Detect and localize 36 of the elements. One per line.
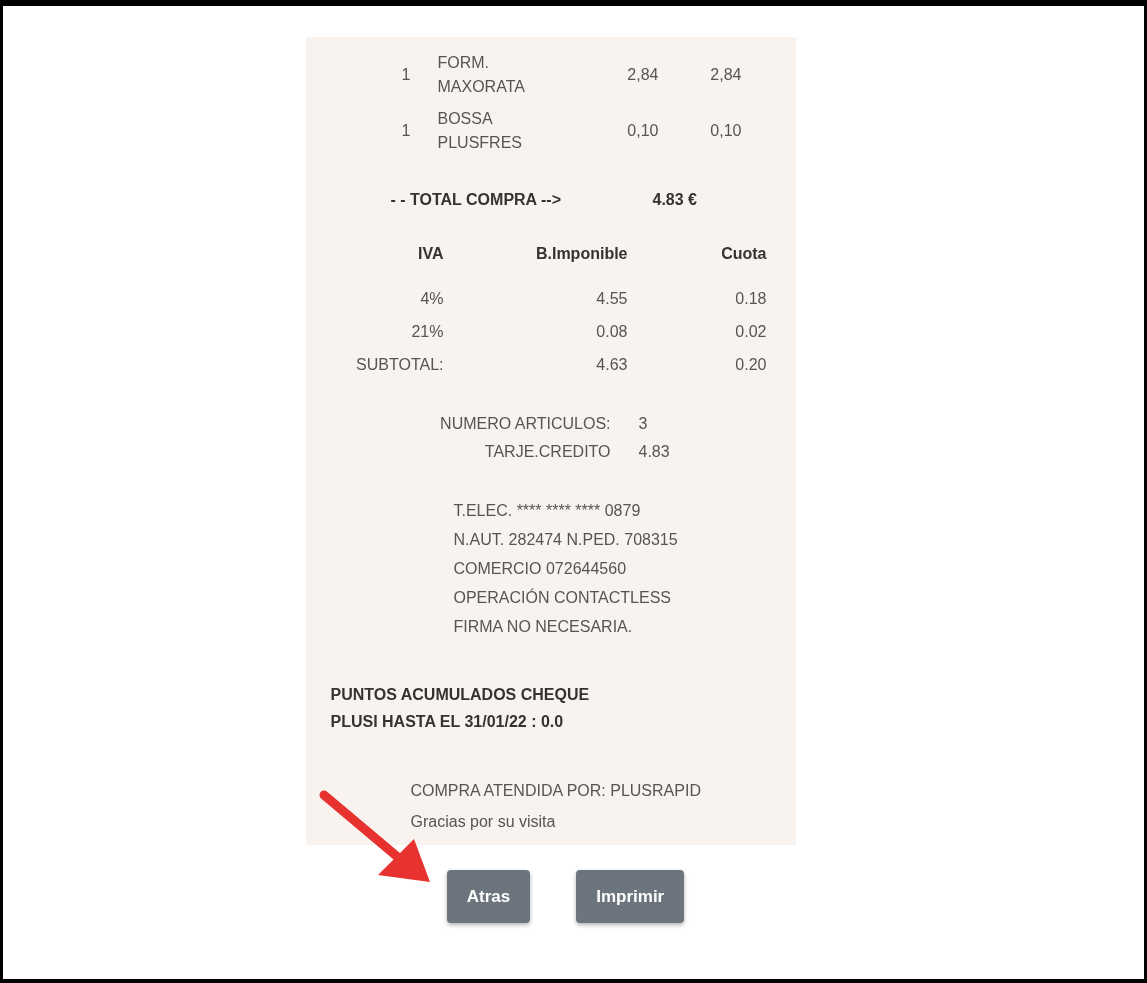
summary-label: NUMERO ARTICULOS: [439, 414, 611, 434]
item-price: 2,84 [626, 65, 659, 85]
item-amount: 2,84 [709, 65, 742, 85]
table-cell-text: 0.08 [595, 322, 628, 342]
footer-text: Gracias por su visita [410, 812, 557, 832]
total-label: - - TOTAL COMPRA --> [390, 191, 562, 209]
item-quantity: 1 [400, 121, 411, 141]
table-cell-text: SUBTOTAL: [355, 355, 444, 375]
item-description: FORM. MAXORATA [437, 53, 526, 97]
item-amount: 0,10 [709, 121, 742, 141]
payment-detail: OPERACIÓN CONTACTLESS [453, 587, 672, 608]
column-header: Cuota [720, 244, 767, 264]
summary-label: TARJE.CREDITO [483, 442, 611, 462]
table-cell-text: 4.63 [595, 355, 628, 375]
table-cell-text: 0.20 [734, 355, 767, 375]
summary-value: 3 [638, 414, 649, 434]
column-header: IVA [417, 244, 444, 264]
payment-detail: FIRMA NO NECESARIA. [453, 617, 634, 637]
table-cell-text: 21% [410, 322, 444, 342]
table-cell-text: 4.55 [595, 289, 628, 309]
print-button[interactable]: Imprimir [576, 870, 685, 923]
item-description: BOSSA PLUSFRES [437, 109, 523, 153]
table-cell-text: 0.02 [734, 322, 767, 342]
footer-text: COMPRA ATENDIDA POR: PLUSRAPID [410, 781, 702, 801]
table-cell-text: 4% [419, 289, 444, 309]
points-notice: PUNTOS ACUMULADOS CHEQUE PLUSI HASTA EL 31/01/22 : 0.0 [330, 685, 591, 732]
table-cell-text: 0.18 [734, 289, 767, 309]
item-quantity: 1 [400, 65, 411, 85]
total-value: 4.83 € [652, 191, 697, 209]
payment-detail: T.ELEC. **** **** **** 0879 [453, 501, 642, 521]
payment-detail: N.AUT. 282474 N.PED. 708315 [453, 530, 679, 550]
column-header: B.Imponible [534, 244, 628, 264]
payment-detail: COMERCIO 072644560 [453, 559, 628, 579]
summary-value: 4.83 [638, 442, 671, 462]
back-button[interactable]: Atras [446, 870, 531, 923]
item-price: 0,10 [626, 121, 659, 141]
